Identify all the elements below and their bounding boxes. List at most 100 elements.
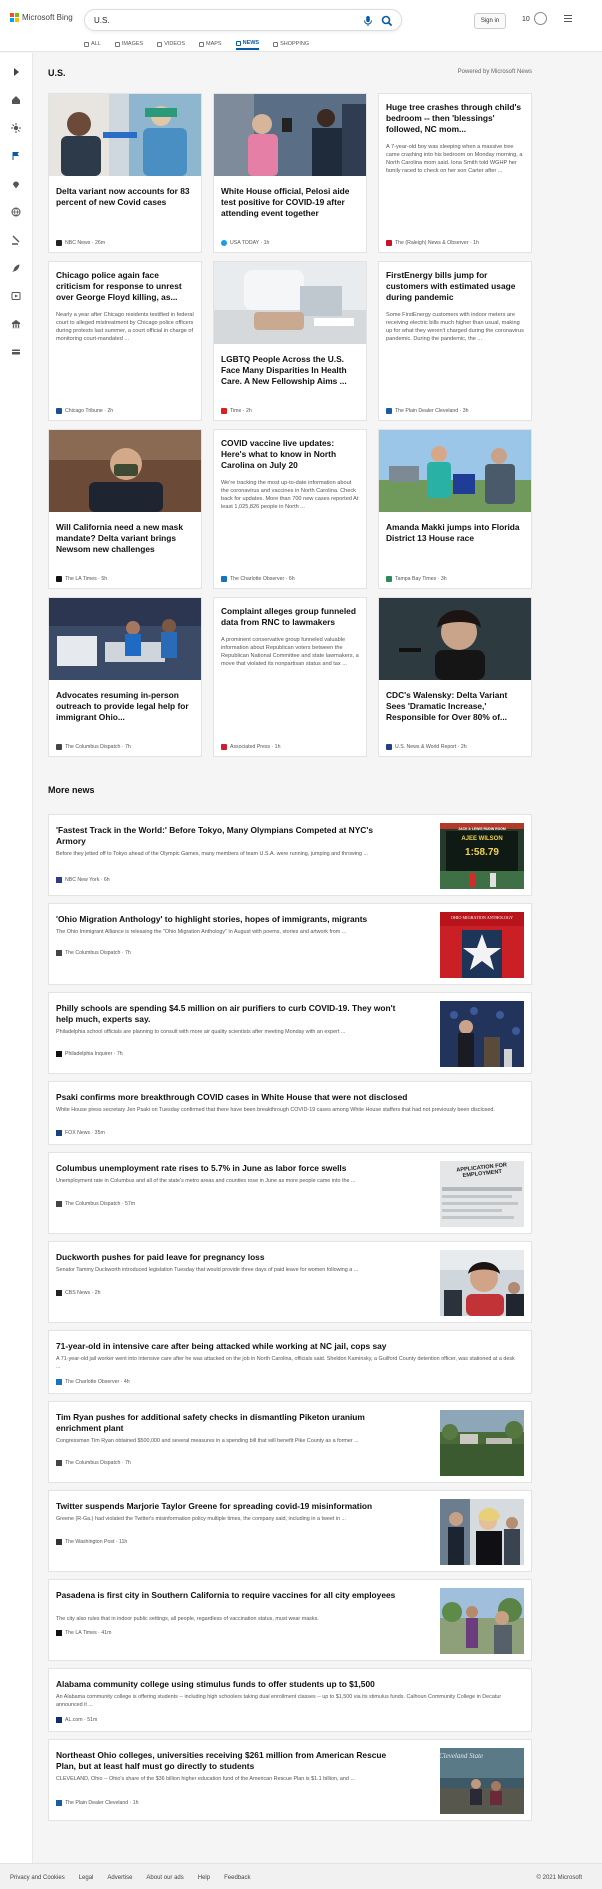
article-title[interactable]: White House official, Pelosi aide test p…	[214, 186, 366, 219]
article-source[interactable]: CBS News · 2h	[56, 1290, 100, 1296]
news-card[interactable]: FirstEnergy bills jump for customers wit…	[378, 261, 532, 421]
footer-link-privacy[interactable]: Privacy and Cookies	[10, 1875, 65, 1881]
home-icon[interactable]	[11, 95, 21, 105]
article-source[interactable]: The Columbus Dispatch · 7h	[56, 744, 131, 750]
news-list-item[interactable]: 'Ohio Migration Anthology' to highlight …	[48, 903, 532, 985]
article-title[interactable]: Duckworth pushes for paid leave for preg…	[56, 1252, 401, 1263]
article-source[interactable]: Associated Press · 1h	[221, 744, 280, 750]
business-icon[interactable]	[11, 319, 21, 329]
expand-chevron-icon[interactable]	[11, 67, 21, 77]
news-list-item[interactable]: Columbus unemployment rate rises to 5.7%…	[48, 1152, 532, 1234]
entertainment-icon[interactable]	[11, 291, 21, 301]
article-source[interactable]: The LA Times · 41m	[56, 1630, 111, 1636]
footer-link-legal[interactable]: Legal	[79, 1875, 94, 1881]
article-title[interactable]: Tim Ryan pushes for additional safety ch…	[56, 1412, 401, 1434]
article-source[interactable]: The Plain Dealer Cleveland · 1h	[56, 1800, 139, 1806]
article-source[interactable]: FOX News · 35m	[56, 1130, 105, 1136]
coronavirus-icon[interactable]	[11, 123, 21, 133]
article-title[interactable]: Advocates resuming in-person outreach to…	[49, 690, 201, 723]
news-card[interactable]: Amanda Makki jumps into Florida District…	[378, 429, 532, 589]
article-source[interactable]: The Washington Post · 11h	[56, 1539, 127, 1545]
politics-icon[interactable]	[11, 235, 21, 245]
article-title[interactable]: FirstEnergy bills jump for customers wit…	[379, 270, 531, 303]
rewards-icon[interactable]	[534, 12, 547, 25]
article-source[interactable]: NBC News · 26m	[56, 240, 105, 246]
search-icon[interactable]	[381, 14, 393, 32]
news-list-item[interactable]: Northeast Ohio colleges, universities re…	[48, 1739, 532, 1821]
tab-news[interactable]: NEWS	[235, 38, 260, 50]
article-source[interactable]: The (Raleigh) News & Observer · 1h	[386, 240, 479, 246]
search-input[interactable]: U.S.	[94, 16, 110, 25]
news-list-item[interactable]: 71-year-old in intensive care after bein…	[48, 1330, 532, 1394]
rocket-icon[interactable]	[11, 263, 21, 273]
article-title[interactable]: Alabama community college using stimulus…	[56, 1679, 496, 1690]
article-title[interactable]: Will California need a new mask mandate?…	[49, 522, 201, 555]
footer-link-advertise[interactable]: Advertise	[107, 1875, 132, 1881]
news-card[interactable]: White House official, Pelosi aide test p…	[213, 93, 367, 253]
article-source[interactable]: The Columbus Dispatch · 7h	[56, 950, 131, 956]
sign-in-button[interactable]: Sign in	[474, 13, 506, 29]
news-card[interactable]: Will California need a new mask mandate?…	[48, 429, 202, 589]
article-source[interactable]: The Charlotte Observer · 6h	[221, 576, 295, 582]
article-title[interactable]: Pasadena is first city in Southern Calif…	[56, 1590, 401, 1601]
money-icon[interactable]	[11, 347, 21, 357]
bing-logo[interactable]: Microsoft Bing	[10, 13, 73, 22]
news-list-item[interactable]: Alabama community college using stimulus…	[48, 1668, 532, 1732]
article-title[interactable]: Columbus unemployment rate rises to 5.7%…	[56, 1163, 401, 1174]
tab-maps[interactable]: MAPS	[199, 38, 222, 50]
flag-icon[interactable]	[11, 151, 21, 161]
search-box[interactable]: U.S.	[84, 9, 402, 31]
location-icon[interactable]	[11, 179, 21, 189]
article-source[interactable]: Tampa Bay Times · 3h	[386, 576, 447, 582]
article-title[interactable]: 'Fastest Track in the World:' Before Tok…	[56, 825, 401, 847]
tab-all[interactable]: ALL	[84, 38, 101, 50]
article-source[interactable]: Philadelphia Inquirer · 7h	[56, 1051, 123, 1057]
news-list-item[interactable]: Pasadena is first city in Southern Calif…	[48, 1579, 532, 1661]
article-title[interactable]: Delta variant now accounts for 83 percen…	[49, 186, 201, 208]
news-card[interactable]: Advocates resuming in-person outreach to…	[48, 597, 202, 757]
article-title[interactable]: Complaint alleges group funneled data fr…	[214, 606, 366, 628]
news-card[interactable]: CDC's Walensky: Delta Variant Sees 'Dram…	[378, 597, 532, 757]
news-list-item[interactable]: Twitter suspends Marjorie Taylor Greene …	[48, 1490, 532, 1572]
article-title[interactable]: Twitter suspends Marjorie Taylor Greene …	[56, 1501, 401, 1512]
article-source[interactable]: Chicago Tribune · 2h	[56, 408, 113, 414]
footer-link-about-ads[interactable]: About our ads	[146, 1875, 183, 1881]
article-title[interactable]: LGBTQ People Across the U.S. Face Many D…	[214, 354, 366, 387]
article-title[interactable]: Chicago police again face criticism for …	[49, 270, 201, 303]
tab-videos[interactable]: VIDEOS	[157, 38, 185, 50]
article-source[interactable]: Time · 2h	[221, 408, 252, 414]
article-source[interactable]: The Charlotte Observer · 4h	[56, 1379, 130, 1385]
article-source[interactable]: U.S. News & World Report · 2h	[386, 744, 467, 750]
news-card[interactable]: Chicago police again face criticism for …	[48, 261, 202, 421]
article-source[interactable]: The LA Times · 5h	[56, 576, 107, 582]
article-title[interactable]: Philly schools are spending $4.5 million…	[56, 1003, 401, 1025]
article-source[interactable]: AL.com · 51m	[56, 1717, 97, 1723]
news-card[interactable]: COVID vaccine live updates: Here's what …	[213, 429, 367, 589]
rewards-count[interactable]: 10	[522, 16, 530, 23]
article-source[interactable]: The Columbus Dispatch · 7h	[56, 1460, 131, 1466]
article-title[interactable]: 71-year-old in intensive care after bein…	[56, 1341, 496, 1352]
article-title[interactable]: Psaki confirms more breakthrough COVID c…	[56, 1092, 496, 1103]
article-title[interactable]: Northeast Ohio colleges, universities re…	[56, 1750, 401, 1772]
article-source[interactable]: NBC New York · 6h	[56, 877, 110, 883]
microphone-icon[interactable]	[363, 14, 373, 32]
article-title[interactable]: Amanda Makki jumps into Florida District…	[379, 522, 531, 544]
article-source[interactable]: The Columbus Dispatch · 57m	[56, 1201, 135, 1207]
article-source[interactable]: The Plain Dealer Cleveland · 3h	[386, 408, 469, 414]
news-list-item[interactable]: Philly schools are spending $4.5 million…	[48, 992, 532, 1074]
tab-shopping[interactable]: SHOPPING	[273, 38, 309, 50]
menu-icon[interactable]	[564, 15, 572, 24]
news-list-item[interactable]: Tim Ryan pushes for additional safety ch…	[48, 1401, 532, 1483]
article-title[interactable]: COVID vaccine live updates: Here's what …	[214, 438, 366, 471]
news-card[interactable]: LGBTQ People Across the U.S. Face Many D…	[213, 261, 367, 421]
footer-link-feedback[interactable]: Feedback	[224, 1875, 250, 1881]
news-list-item[interactable]: Psaki confirms more breakthrough COVID c…	[48, 1081, 532, 1145]
news-card[interactable]: Delta variant now accounts for 83 percen…	[48, 93, 202, 253]
article-title[interactable]: 'Ohio Migration Anthology' to highlight …	[56, 914, 401, 925]
article-title[interactable]: Huge tree crashes through child's bedroo…	[379, 102, 531, 135]
globe-icon[interactable]	[11, 207, 21, 217]
news-card[interactable]: Complaint alleges group funneled data fr…	[213, 597, 367, 757]
news-list-item[interactable]: 'Fastest Track in the World:' Before Tok…	[48, 814, 532, 896]
article-source[interactable]: USA TODAY · 1h	[221, 240, 269, 246]
tab-images[interactable]: IMAGES	[114, 38, 143, 50]
